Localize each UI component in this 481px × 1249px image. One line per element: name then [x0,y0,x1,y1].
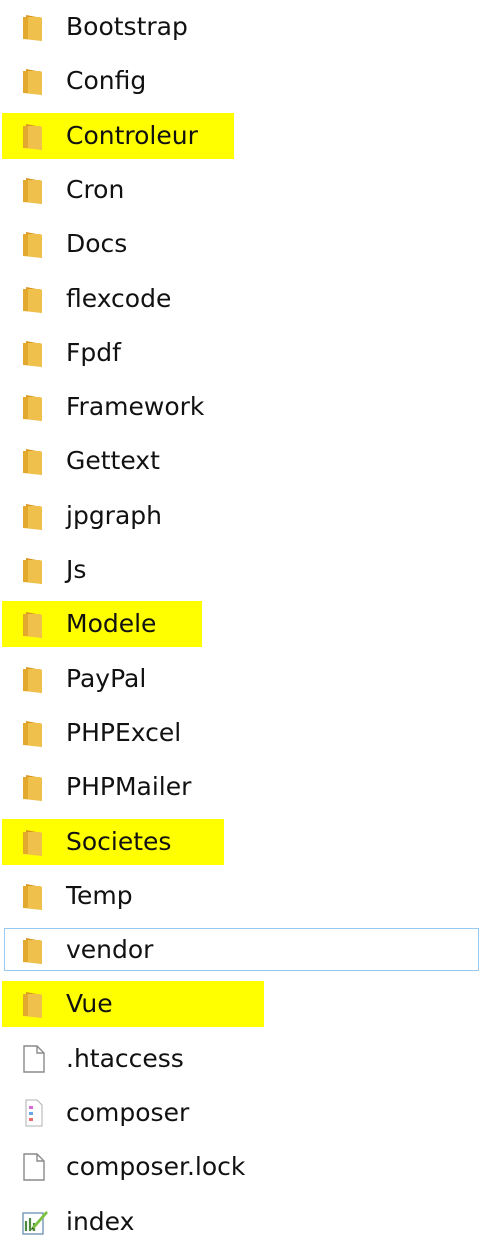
item-label: Config [66,66,147,96]
json-file-icon [20,1098,48,1128]
file-item[interactable]: composer.lock [0,1140,481,1194]
item-label: Modele [66,609,157,639]
folder-icon [20,718,48,748]
blank-file-icon [20,1152,48,1182]
item-label: PHPExcel [66,717,182,747]
folder-item[interactable]: jpgraph [0,489,481,543]
folder-item[interactable]: Controleur [0,109,481,163]
file-item[interactable]: .htaccess [0,1032,481,1086]
item-label: Gettext [66,446,160,476]
folder-icon [20,935,48,965]
item-label: Docs [66,229,128,259]
item-label: Framework [66,392,205,422]
folder-item[interactable]: Js [0,543,481,597]
blank-file-icon [20,1044,48,1074]
file-item[interactable]: composer [0,1086,481,1140]
folder-item[interactable]: PHPMailer [0,760,481,814]
folder-icon [20,284,48,314]
item-label: Js [66,555,87,584]
folder-item[interactable]: PayPal [0,652,481,706]
folder-item[interactable]: Societes [0,815,481,869]
folder-icon [20,501,48,531]
folder-icon [20,881,48,911]
item-label: index [66,1206,135,1236]
item-label: Temp [66,880,133,910]
item-label: Vue [66,989,113,1019]
folder-item[interactable]: Docs [0,217,481,271]
folder-item[interactable]: Config [0,54,481,108]
item-label: PayPal [66,663,147,693]
folder-icon [20,121,48,151]
folder-item[interactable]: Modele [0,597,481,651]
php-file-icon [20,1207,48,1237]
folder-item[interactable]: Vue [0,977,481,1031]
item-label: flexcode [66,283,172,313]
item-label: Societes [66,826,172,856]
folder-item[interactable]: vendor [0,923,481,977]
item-label: vendor [66,935,154,965]
item-label: Cron [66,174,125,204]
item-label: Controleur [66,120,198,150]
folder-icon [20,664,48,694]
folder-icon [20,338,48,368]
item-label: composer [66,1098,190,1127]
folder-icon [20,555,48,585]
folder-item[interactable]: flexcode [0,272,481,326]
folder-icon [20,229,48,259]
folder-icon [20,66,48,96]
folder-icon [20,392,48,422]
item-label: Bootstrap [66,12,188,41]
item-label: PHPMailer [66,772,192,802]
folder-icon [20,989,48,1019]
folder-item[interactable]: Gettext [0,434,481,488]
folder-item[interactable]: Cron [0,163,481,217]
folder-item[interactable]: Bootstrap [0,0,481,54]
folder-item[interactable]: Fpdf [0,326,481,380]
folder-item[interactable]: PHPExcel [0,706,481,760]
item-label: Fpdf [66,337,121,367]
folder-icon [20,827,48,857]
folder-icon [20,175,48,205]
item-label: .htaccess [66,1043,184,1073]
folder-icon [20,609,48,639]
folder-item[interactable]: Temp [0,869,481,923]
file-item[interactable]: index [0,1195,481,1249]
folder-icon [20,772,48,802]
folder-icon [20,12,48,42]
folder-item[interactable]: Framework [0,380,481,434]
folder-icon [20,446,48,476]
item-label: composer.lock [66,1152,246,1182]
file-list: Bootstrap Config Controleur Cron Docs flexcod… [0,0,481,1236]
item-label: jpgraph [66,500,162,530]
